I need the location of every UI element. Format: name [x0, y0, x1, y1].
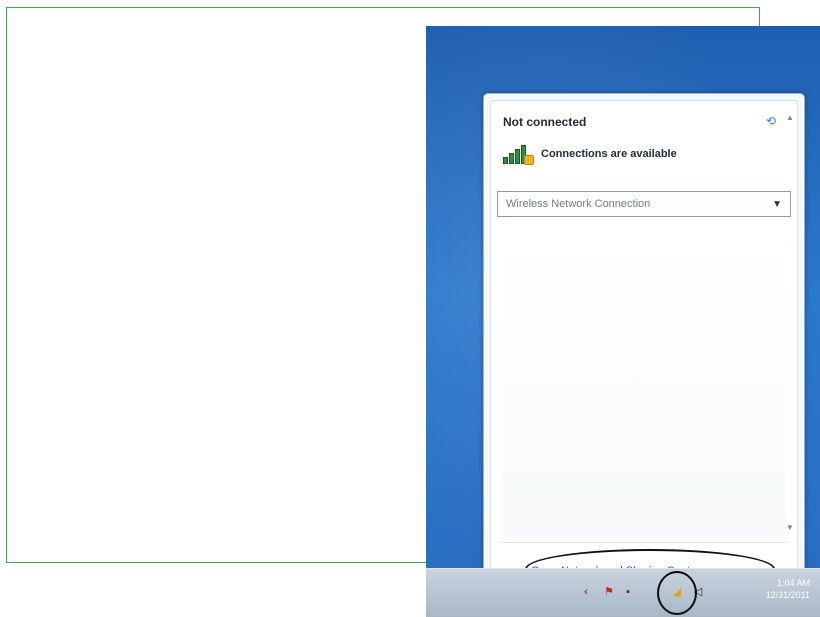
scroll-down-icon[interactable]: ▼: [785, 523, 795, 533]
taskbar-clock[interactable]: 1:04 AM 12/31/2011: [766, 577, 810, 601]
taskbar: ‹ ⚑ ▪ ◢ ◁ 1:04 AM 12/31/2011: [426, 568, 820, 617]
wireless-network-dropdown[interactable]: Wireless Network Connection ▼: [497, 191, 791, 217]
connections-available-row: Connections are available: [501, 141, 677, 167]
clock-date: 12/31/2011: [765, 590, 810, 600]
scroll-up-icon[interactable]: ▲: [785, 113, 795, 123]
network-dropdown-value: Wireless Network Connection: [506, 198, 651, 210]
connections-available-label: Connections are available: [541, 148, 677, 160]
clock-time: 1:04 AM: [776, 578, 810, 588]
show-hidden-icons-arrow-icon[interactable]: ‹: [579, 585, 593, 599]
speaker-icon[interactable]: ◁: [691, 585, 705, 599]
network-flyout-panel: Not connected ⟲ ▲ Connections are availa…: [483, 93, 805, 603]
signal-bars-icon: [501, 142, 535, 166]
action-center-flag-icon[interactable]: ⚑: [602, 585, 616, 599]
flyout-content: Not connected ⟲ ▲ Connections are availa…: [490, 100, 798, 596]
refresh-icon[interactable]: ⟲: [763, 113, 779, 129]
footer-divider: [501, 542, 787, 543]
chevron-down-icon: ▼: [772, 198, 782, 210]
tray-misc-icon[interactable]: ▪: [621, 585, 635, 599]
wireless-network-icon[interactable]: ◢: [670, 585, 684, 599]
connection-status-title: Not connected: [503, 115, 587, 129]
desktop-background: Not connected ⟲ ▲ Connections are availa…: [426, 26, 820, 617]
network-list-area: [503, 226, 785, 537]
